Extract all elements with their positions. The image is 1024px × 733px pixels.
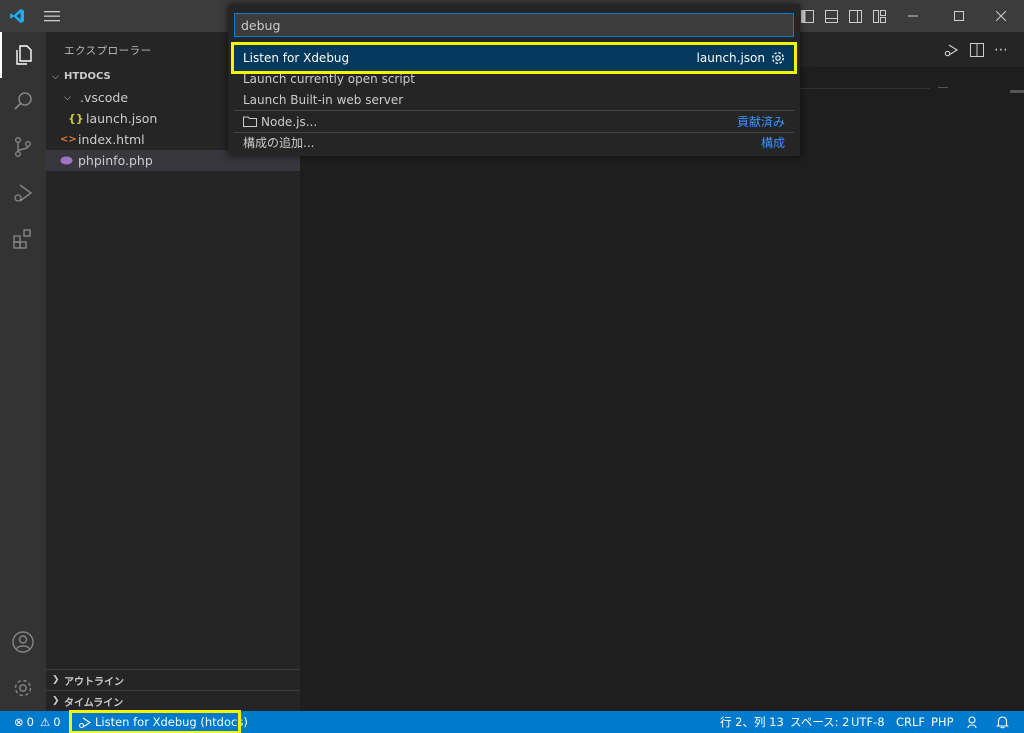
quick-pick-item-label: Node.js...	[261, 114, 318, 129]
cursor-position[interactable]: 行 2、列 13	[720, 711, 784, 733]
debug-configuration-status[interactable]: Listen for Xdebug (htdocs)	[69, 710, 248, 733]
quick-pick-item-launch-web-server[interactable]: Launch Built-in web server	[234, 89, 794, 110]
notifications-bell-icon[interactable]	[996, 711, 1009, 733]
quick-pick-item-detail: 構成	[760, 136, 785, 150]
folder-icon	[243, 116, 257, 127]
customize-layout-icon[interactable]	[869, 0, 889, 32]
sidebar-title: エクスプローラー	[64, 45, 152, 57]
extensions-icon[interactable]	[0, 216, 46, 262]
html-file-icon: <>	[60, 134, 77, 145]
quick-pick-item-add-configuration[interactable]: 構成の追加... 構成	[234, 132, 794, 153]
quick-pick-item-label: Launch currently open script	[243, 71, 416, 86]
section-timeline-label: タイムライン	[64, 697, 124, 709]
error-icon: ⊗	[14, 715, 24, 729]
errors-count: 0	[26, 715, 34, 729]
minimap-line	[938, 87, 948, 88]
accounts-icon[interactable]	[0, 619, 46, 665]
section-timeline[interactable]: ❯ タイムライン	[46, 690, 300, 711]
search-icon[interactable]	[0, 78, 46, 124]
toggle-panel-icon[interactable]	[821, 0, 841, 32]
close-button[interactable]	[978, 0, 1024, 32]
chevron-down-icon: ⌵	[52, 71, 59, 82]
run-and-debug-icon[interactable]	[0, 170, 46, 216]
folder-root-label: HTDOCS	[64, 71, 111, 82]
source-control-icon[interactable]	[0, 124, 46, 170]
status-bar: ⊗ 0 ⚠ 0 Listen for Xdebug (htdocs) 行 2、列…	[0, 710, 1024, 733]
menu-icon[interactable]	[38, 0, 66, 32]
split-editor-icon[interactable]	[966, 34, 988, 66]
more-actions-icon[interactable]: ⋯	[990, 34, 1012, 66]
toggle-primary-sidebar-icon[interactable]	[797, 0, 817, 32]
warning-icon: ⚠	[39, 715, 51, 729]
json-file-icon: {}	[68, 112, 84, 125]
activity-bar	[0, 32, 46, 711]
run-debug-icon	[78, 716, 91, 729]
run-debug-icon[interactable]	[940, 34, 962, 66]
toggle-secondary-sidebar-icon[interactable]	[845, 0, 865, 32]
quick-pick-dialog: Listen for Xdebug launch.json Launch cur…	[228, 4, 800, 156]
warnings-count: 0	[53, 715, 61, 729]
minimap	[930, 67, 1010, 187]
minimize-button[interactable]	[890, 0, 936, 32]
sidebar-item-label: .vscode	[80, 90, 129, 105]
chevron-right-icon: ❯	[52, 675, 60, 685]
explorer-icon[interactable]	[0, 32, 46, 78]
quick-pick-item-label: Listen for Xdebug	[243, 51, 350, 65]
quick-pick-item-detail: launch.json	[696, 51, 765, 65]
debug-configuration-label: Listen for Xdebug (htdocs)	[95, 715, 248, 729]
quick-pick-input[interactable]	[234, 13, 794, 37]
quick-pick-item-launch-open-script[interactable]: Launch currently open script	[234, 68, 794, 89]
chevron-right-icon: ❯	[52, 696, 60, 706]
feedback-icon[interactable]	[966, 711, 980, 733]
encoding-status[interactable]: UTF-8	[851, 711, 885, 733]
problems-indicator[interactable]: ⊗ 0 ⚠ 0	[14, 711, 61, 733]
chevron-down-icon: ⌵	[64, 92, 71, 103]
gear-icon[interactable]	[771, 51, 785, 65]
indentation-status[interactable]: スペース: 2	[790, 711, 849, 733]
section-outline-label: アウトライン	[64, 676, 124, 688]
maximize-button[interactable]	[936, 0, 982, 32]
section-outline[interactable]: ❯ アウトライン	[46, 669, 300, 690]
sidebar-item-label: launch.json	[86, 111, 158, 126]
quick-pick-item-label: Launch Built-in web server	[243, 92, 404, 107]
quick-pick-item-detail: 貢献済み	[736, 115, 785, 129]
vscode-logo-icon	[6, 0, 28, 32]
manage-gear-icon[interactable]	[0, 665, 46, 711]
quick-pick-item-label: 構成の追加...	[243, 136, 315, 150]
php-file-icon	[46, 153, 78, 168]
sidebar-item-label: phpinfo.php	[78, 153, 153, 168]
language-mode-status[interactable]: PHP	[931, 711, 954, 733]
scrollbar-slider[interactable]	[1010, 90, 1024, 93]
eol-status[interactable]: CRLF	[896, 711, 925, 733]
quick-pick-item-nodejs[interactable]: Node.js... 貢献済み	[234, 111, 794, 132]
sidebar-item-label: index.html	[78, 132, 145, 147]
